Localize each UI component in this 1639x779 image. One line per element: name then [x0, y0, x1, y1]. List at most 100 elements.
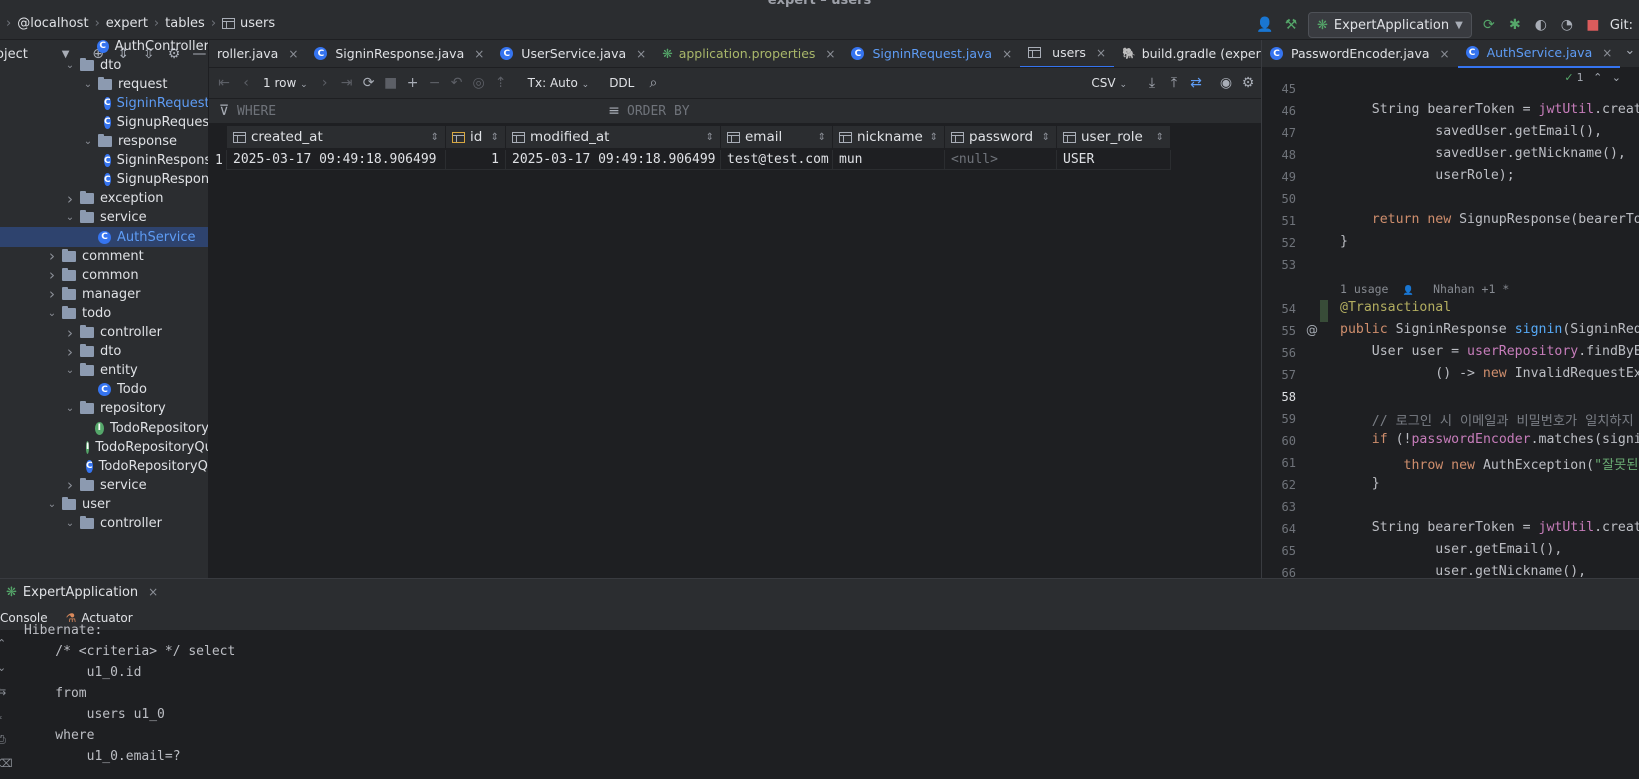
close-icon[interactable]: × — [825, 47, 835, 61]
code-tab-authservice-java[interactable]: C AuthService.java × — [1457, 40, 1621, 68]
delete-row-icon[interactable]: − — [426, 74, 444, 92]
sort-icon[interactable]: ⇕ — [818, 132, 826, 143]
close-icon[interactable]: × — [636, 47, 646, 61]
download-icon[interactable]: ⤓ — [1143, 74, 1161, 92]
chevron-down-icon[interactable]: ⌄ — [46, 499, 58, 510]
chevron-down-icon[interactable]: ⌄ — [82, 79, 94, 90]
tree-item[interactable]: ⌄ controller — [0, 514, 208, 534]
close-icon[interactable]: × — [1440, 47, 1450, 61]
chevron-right-icon[interactable]: › — [64, 324, 76, 342]
stop-icon[interactable]: ■ — [1584, 16, 1602, 34]
grid-cell-user-role[interactable]: USER — [1057, 150, 1171, 170]
tree-item[interactable]: ⌄ repository — [0, 399, 208, 419]
upload-icon[interactable]: ⤒ — [1165, 74, 1183, 92]
gear-icon[interactable]: ⚙ — [1239, 74, 1257, 92]
tree-item[interactable]: ⌄ entity — [0, 361, 208, 381]
chevron-right-icon[interactable]: › — [64, 190, 76, 208]
code-tab-passwordencoder-java[interactable]: C PasswordEncoder.java × — [1262, 40, 1458, 68]
tab-signinrequest-java[interactable]: C SigninRequest.java × — [843, 40, 1020, 67]
debug-icon[interactable]: ✱ — [1506, 16, 1524, 34]
usage-count[interactable]: 1 usage — [1340, 282, 1388, 296]
tree-item[interactable]: C SignupRequest — [0, 112, 208, 132]
prev-page-icon[interactable]: ‹ — [237, 74, 255, 92]
breadcrumb-host[interactable]: @localhost — [17, 16, 88, 31]
scroll-down-icon[interactable]: ⌄ — [0, 661, 6, 674]
refresh-icon[interactable]: ⟳ — [360, 74, 378, 92]
close-icon[interactable]: × — [1002, 47, 1012, 61]
profile-icon[interactable]: ◔ — [1558, 16, 1576, 34]
first-page-icon[interactable]: ⇤ — [215, 74, 233, 92]
tab-application-properties[interactable]: ❋ application.properties × — [654, 40, 843, 67]
tab-roller-java[interactable]: roller.java × — [209, 40, 306, 67]
add-row-icon[interactable]: + — [404, 74, 422, 92]
close-icon[interactable]: × — [288, 47, 298, 61]
last-page-icon[interactable]: ⇥ — [338, 74, 356, 92]
view-icon[interactable]: ◉ — [1217, 74, 1235, 92]
where-input[interactable]: WHERE — [233, 104, 605, 119]
chevron-down-icon[interactable]: ⌄ — [64, 60, 76, 71]
chevron-right-icon[interactable]: › — [64, 343, 76, 361]
chevron-down-icon[interactable]: ⌄ — [64, 365, 76, 376]
export-format-dropdown[interactable]: CSV ⌄ — [1091, 76, 1127, 90]
user-icon[interactable]: 👤 — [1256, 16, 1274, 34]
chevron-down-icon[interactable]: ⌄ — [46, 308, 58, 319]
grid-cell-email[interactable]: test@test.com — [721, 150, 833, 170]
stop-icon[interactable]: ■ — [382, 74, 400, 92]
tree-item[interactable]: C SignupResponse — [0, 170, 208, 190]
tab-users[interactable]: users × — [1020, 40, 1114, 67]
tree-item[interactable]: › controller — [0, 323, 208, 343]
order-by-input[interactable]: ORDER BY — [623, 104, 690, 119]
inspection-widget[interactable]: ✓ 1 ⌃ ⌄ — [1564, 71, 1621, 84]
column-header-modified-at[interactable]: modified_at ⇕ — [506, 126, 721, 148]
run-tool-window-tab[interactable]: ❋ ExpertApplication × — [0, 579, 1639, 605]
tree-item[interactable]: C SigninRequest — [0, 93, 208, 113]
column-header-nickname[interactable]: nickname ⇕ — [833, 126, 945, 148]
column-header-id[interactable]: id ⇕ — [446, 126, 506, 148]
grid-cell-modified-at[interactable]: 2025-03-17 09:49:18.906499 — [506, 150, 721, 170]
submit-icon[interactable]: ⇡ — [492, 74, 510, 92]
sort-icon[interactable]: ⇕ — [1042, 132, 1050, 143]
run-config-dropdown[interactable]: ❋ ExpertApplication ▼ — [1307, 12, 1472, 38]
breadcrumb-table[interactable]: users — [222, 16, 275, 31]
sort-icon[interactable]: ⇕ — [930, 132, 938, 143]
tree-item[interactable]: C Todo — [0, 380, 208, 400]
tree-item[interactable]: ⌄ dto — [0, 55, 208, 75]
breadcrumb-tables[interactable]: tables — [165, 16, 205, 31]
tab-build-gradle-expert[interactable]: 🐘build.gradle (expert)× — [1114, 40, 1261, 67]
row-count-dropdown[interactable]: 1 row ⌄ — [259, 76, 312, 90]
tree-item[interactable]: ⌄ service — [0, 208, 208, 228]
clear-icon[interactable]: ⌫ — [0, 757, 13, 770]
chevron-right-icon[interactable]: › — [46, 285, 58, 303]
scroll-up-icon[interactable]: ⌃ — [0, 637, 6, 650]
next-page-icon[interactable]: › — [316, 74, 334, 92]
grid-cell-created-at[interactable]: 2025-03-17 09:49:18.906499 — [227, 150, 446, 170]
soft-wrap-icon[interactable]: ⇆ — [0, 685, 6, 698]
sort-icon[interactable]: ⇕ — [1156, 132, 1164, 143]
close-icon[interactable]: × — [1602, 46, 1612, 60]
column-header-user-role[interactable]: user_role ⇕ — [1057, 126, 1171, 148]
sort-icon[interactable]: ⇕ — [431, 132, 439, 143]
tree-item[interactable]: C TodoRepositoryQueryImpl — [0, 456, 208, 476]
tree-item[interactable]: ⌄ response — [0, 132, 208, 152]
usage-hint[interactable]: 1 usage 👤 Nhahan +1 * — [1340, 282, 1509, 296]
rerun-icon[interactable]: ⟳ — [1480, 16, 1498, 34]
tree-item[interactable]: › service — [0, 475, 208, 495]
tree-item[interactable]: › exception — [0, 189, 208, 209]
chevron-down-icon[interactable]: ⌄ — [1624, 43, 1635, 58]
tree-item[interactable]: ⌄ todo — [0, 303, 208, 323]
override-icon[interactable]: @ — [1306, 323, 1318, 337]
close-icon[interactable]: × — [1096, 46, 1106, 60]
chevron-down-icon[interactable]: ⌄ — [64, 212, 76, 223]
coverage-icon[interactable]: ◐ — [1532, 16, 1550, 34]
preview-changes-icon[interactable]: ◎ — [470, 74, 488, 92]
sort-icon[interactable]: ⇕ — [706, 132, 714, 143]
tree-item[interactable]: › common — [0, 265, 208, 285]
tree-item[interactable]: C AuthService — [0, 227, 208, 247]
tree-item[interactable]: ⌄ user — [0, 494, 208, 514]
tab-userservice-java[interactable]: C UserService.java × — [492, 40, 654, 67]
grid-cell-nickname[interactable]: mun — [833, 150, 945, 170]
chevron-right-icon[interactable]: › — [46, 266, 58, 284]
chevron-down-icon[interactable]: ⌄ — [64, 403, 76, 414]
column-header-email[interactable]: email ⇕ — [721, 126, 833, 148]
tree-item[interactable]: › manager — [0, 284, 208, 304]
